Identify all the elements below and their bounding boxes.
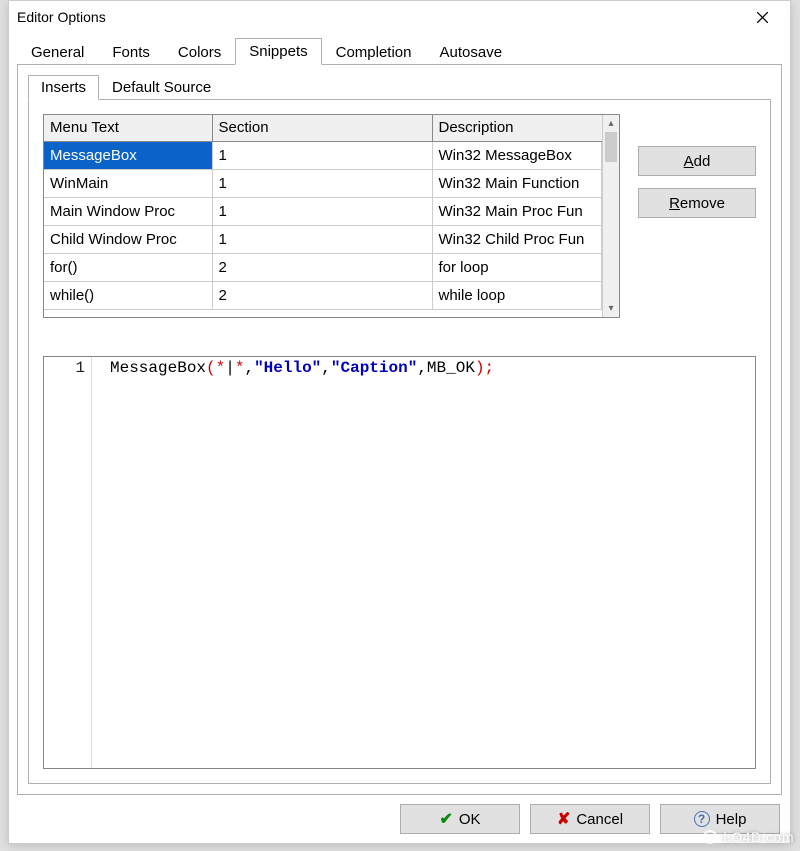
remove-button[interactable]: Remove	[638, 188, 756, 218]
cell-desc: while loop	[432, 281, 602, 309]
cell-menu: WinMain	[44, 169, 212, 197]
close-button[interactable]	[742, 3, 782, 31]
help-button[interactable]: ? Help	[660, 804, 780, 834]
dialog-window: Editor Options General Fonts Colors Snip…	[8, 0, 791, 844]
line-number: 1	[50, 359, 85, 377]
check-icon: ✔	[439, 809, 452, 829]
titlebar: Editor Options	[9, 1, 790, 33]
cell-section: 1	[212, 141, 432, 169]
window-title: Editor Options	[17, 9, 742, 25]
cell-section: 2	[212, 253, 432, 281]
cell-section: 2	[212, 281, 432, 309]
table-scrollbar[interactable]: ▴ ▾	[602, 115, 619, 317]
table-row[interactable]: Main Window Proc 1 Win32 Main Proc Fun	[44, 197, 602, 225]
cell-menu: Main Window Proc	[44, 197, 212, 225]
table-row[interactable]: WinMain 1 Win32 Main Function	[44, 169, 602, 197]
inner-tab-inserts[interactable]: Inserts	[28, 75, 99, 100]
col-header-section[interactable]: Section	[212, 115, 432, 141]
side-buttons: Add Remove	[638, 114, 756, 318]
inner-tab-default-source[interactable]: Default Source	[99, 75, 224, 100]
upper-row: Menu Text Section Description MessageBox…	[43, 114, 756, 318]
tab-page-snippets: Inserts Default Source Menu Text Section	[17, 64, 782, 795]
snippets-table[interactable]: Menu Text Section Description MessageBox…	[44, 115, 602, 310]
tab-autosave[interactable]: Autosave	[426, 39, 517, 65]
tab-general[interactable]: General	[17, 39, 98, 65]
cell-desc: Win32 Main Function	[432, 169, 602, 197]
scroll-thumb[interactable]	[605, 132, 617, 162]
add-button[interactable]: Add	[638, 146, 756, 176]
dialog-footer: ✔ OK ✘ Cancel ? Help	[9, 795, 790, 843]
cell-desc: Win32 Main Proc Fun	[432, 197, 602, 225]
code-gutter: 1	[44, 357, 92, 768]
cell-menu: MessageBox	[44, 141, 212, 169]
cell-section: 1	[212, 225, 432, 253]
snippets-table-wrap: Menu Text Section Description MessageBox…	[43, 114, 620, 318]
ok-label: OK	[459, 811, 481, 828]
cell-menu: for()	[44, 253, 212, 281]
ok-button[interactable]: ✔ OK	[400, 804, 520, 834]
cancel-button[interactable]: ✘ Cancel	[530, 804, 650, 834]
scroll-down-icon[interactable]: ▾	[603, 300, 619, 317]
cell-menu: Child Window Proc	[44, 225, 212, 253]
x-icon: ✘	[557, 809, 570, 829]
inner-tabstrip: Inserts Default Source	[28, 74, 771, 100]
cell-menu: while()	[44, 281, 212, 309]
main-tabstrip: General Fonts Colors Snippets Completion…	[17, 37, 782, 65]
help-label: Help	[716, 811, 747, 828]
scroll-up-icon[interactable]: ▴	[603, 115, 619, 132]
cancel-label: Cancel	[576, 811, 623, 828]
table-row[interactable]: Child Window Proc 1 Win32 Child Proc Fun	[44, 225, 602, 253]
cell-desc: for loop	[432, 253, 602, 281]
dialog-content: General Fonts Colors Snippets Completion…	[9, 33, 790, 795]
cell-section: 1	[212, 169, 432, 197]
col-header-menu[interactable]: Menu Text	[44, 115, 212, 141]
table-row[interactable]: for() 2 for loop	[44, 253, 602, 281]
help-icon: ?	[694, 811, 710, 827]
table-row[interactable]: MessageBox 1 Win32 MessageBox	[44, 141, 602, 169]
scroll-track[interactable]	[603, 162, 619, 300]
tab-fonts[interactable]: Fonts	[98, 39, 164, 65]
code-content[interactable]: MessageBox(*|*,"Hello","Caption",MB_OK);	[92, 357, 755, 768]
tab-colors[interactable]: Colors	[164, 39, 235, 65]
tab-snippets[interactable]: Snippets	[235, 38, 321, 65]
cell-section: 1	[212, 197, 432, 225]
tab-completion[interactable]: Completion	[322, 39, 426, 65]
inner-page-inserts: Menu Text Section Description MessageBox…	[28, 100, 771, 784]
col-header-description[interactable]: Description	[432, 115, 602, 141]
cell-desc: Win32 MessageBox	[432, 141, 602, 169]
code-editor[interactable]: 1 MessageBox(*|*,"Hello","Caption",MB_OK…	[43, 356, 756, 769]
table-row[interactable]: while() 2 while loop	[44, 281, 602, 309]
cell-desc: Win32 Child Proc Fun	[432, 225, 602, 253]
close-icon	[757, 12, 768, 23]
